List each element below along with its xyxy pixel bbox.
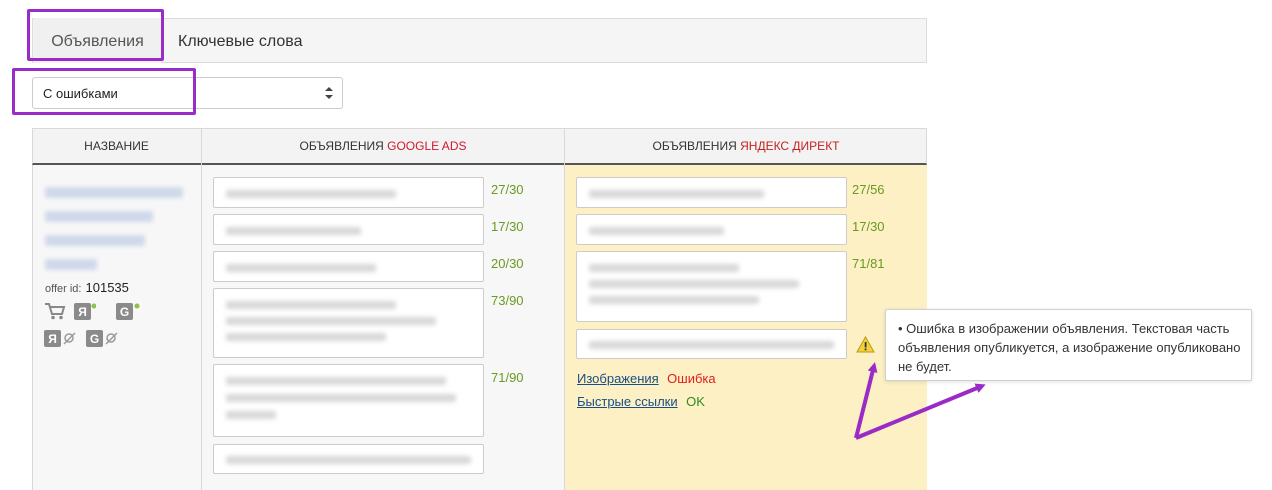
yandex-url-input[interactable] — [576, 329, 847, 359]
offer-id-value: 101535 — [85, 280, 129, 295]
product-name-blurred — [45, 211, 153, 222]
blurred-text — [226, 317, 436, 325]
highlight-box-select — [12, 68, 196, 115]
column-divider — [564, 128, 565, 490]
blurred-text — [226, 190, 396, 198]
header-yandex-direct: ОБЪЯВЛЕНИЯ ЯНДЕКС ДИРЕКТ — [565, 128, 927, 165]
images-link[interactable]: Изображения — [577, 371, 659, 386]
header-google-ads: ОБЪЯВЛЕНИЯ GOOGLE ADS — [202, 128, 564, 165]
google-description-2-textarea[interactable] — [213, 364, 484, 437]
yandex-char-count: 17/30 — [852, 219, 885, 234]
images-status: Ошибка — [667, 371, 716, 386]
yandex-headline-2-input[interactable] — [576, 214, 847, 245]
select-arrows-icon — [324, 85, 334, 101]
blurred-text — [226, 394, 456, 402]
offer-id: offer id: 101535 — [45, 280, 129, 295]
arrow-to-tooltip — [855, 383, 986, 440]
quicklinks-link[interactable]: Быстрые ссылки — [577, 394, 678, 409]
google-unlinked-icon[interactable]: G — [86, 330, 120, 353]
blurred-text — [226, 456, 471, 464]
yandex-icon[interactable]: Я — [74, 303, 97, 326]
product-name-blurred — [45, 187, 183, 198]
google-char-count: 73/90 — [491, 293, 524, 308]
tab-bar — [32, 18, 927, 63]
google-char-count: 71/90 — [491, 370, 524, 385]
blurred-text — [226, 377, 446, 385]
google-headline-1-input[interactable] — [213, 177, 484, 208]
product-name-blurred — [45, 259, 97, 270]
images-row: Изображения Ошибка — [577, 370, 716, 388]
arrow-to-warning — [854, 362, 878, 439]
blurred-text — [226, 227, 361, 235]
google-headline-2-input[interactable] — [213, 214, 484, 245]
google-char-count: 20/30 — [491, 256, 524, 271]
google-icon[interactable]: G — [116, 303, 140, 326]
google-char-count: 27/30 — [491, 182, 524, 197]
yandex-char-count: 27/56 — [852, 182, 885, 197]
header-name: НАЗВАНИЕ — [84, 139, 149, 153]
tab-keywords[interactable]: Ключевые слова — [178, 18, 303, 63]
shopping-cart-icon[interactable] — [44, 302, 66, 325]
annotation-arrows — [854, 362, 986, 440]
blurred-text — [589, 227, 724, 235]
yandex-description-textarea[interactable] — [576, 251, 847, 322]
yandex-char-count: 71/81 — [852, 256, 885, 271]
google-headline-3-input[interactable] — [213, 251, 484, 282]
svg-text:Я: Я — [78, 305, 87, 319]
header-google-prefix: ОБЪЯВЛЕНИЯ — [299, 139, 388, 153]
blurred-text — [589, 341, 834, 349]
google-char-count: 17/30 — [491, 219, 524, 234]
offer-id-label: offer id: — [45, 283, 82, 295]
quicklinks-status: OK — [686, 394, 705, 409]
header-yandex-prefix: ОБЪЯВЛЕНИЯ — [652, 139, 741, 153]
blurred-text — [226, 411, 276, 419]
quicklinks-row: Быстрые ссылки OK — [577, 393, 705, 411]
blurred-text — [589, 190, 764, 198]
highlight-box-tab — [27, 9, 164, 61]
google-description-1-textarea[interactable] — [213, 288, 484, 358]
blurred-text — [589, 280, 799, 288]
blurred-text — [226, 333, 386, 341]
google-url-input[interactable] — [213, 444, 484, 474]
product-name-blurred — [45, 235, 145, 246]
blurred-text — [226, 264, 376, 272]
header-google-accent: GOOGLE ADS — [387, 139, 467, 153]
blurred-text — [589, 296, 759, 304]
yandex-headline-1-input[interactable] — [576, 177, 847, 208]
header-yandex-accent: ЯНДЕКС ДИРЕКТ — [740, 139, 840, 153]
svg-text:G: G — [120, 305, 129, 319]
svg-text:Я: Я — [48, 332, 57, 346]
yandex-unlinked-icon[interactable]: Я — [44, 330, 78, 353]
column-divider — [201, 128, 202, 490]
blurred-text — [589, 264, 739, 272]
svg-text:G: G — [90, 332, 99, 346]
blurred-text — [226, 301, 396, 309]
